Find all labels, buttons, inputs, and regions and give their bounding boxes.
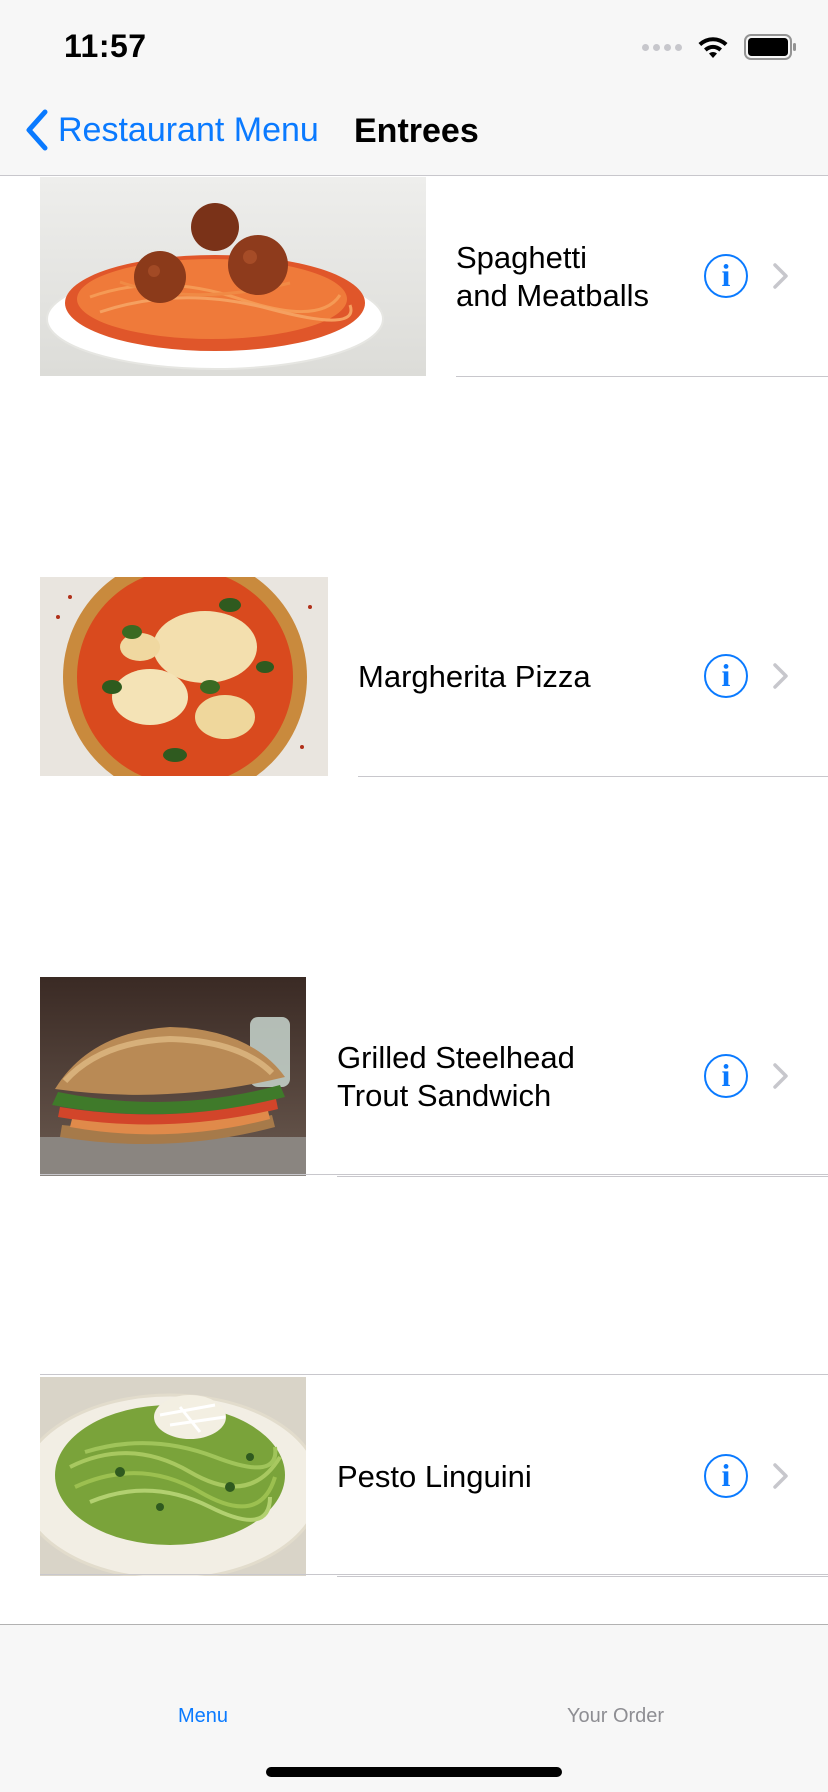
empty-row-separator	[40, 1374, 828, 1375]
item-name: Grilled Steelhead Trout Sandwich	[337, 1039, 575, 1115]
margherita-pizza-photo	[40, 577, 328, 776]
chevron-right-icon	[773, 263, 788, 289]
tab-menu[interactable]: Menu	[178, 1705, 228, 1728]
status-time: 11:57	[64, 28, 147, 64]
item-name-line1: Grilled Steelhead	[337, 1040, 575, 1075]
item-name: Pesto Linguini	[337, 1458, 532, 1496]
list-item[interactable]: Grilled Steelhead Trout Sandwich i	[0, 977, 828, 1177]
item-name-line2: and Meatballs	[456, 278, 650, 313]
trout-sandwich-photo	[40, 977, 306, 1176]
item-name: Spaghetti and Meatballs	[456, 239, 649, 315]
item-name-line1: Pesto Linguini	[337, 1459, 532, 1494]
item-name: Margherita Pizza	[358, 658, 591, 696]
item-name-line2: Trout Sandwich	[337, 1078, 552, 1113]
chevron-left-icon	[26, 109, 48, 151]
info-button[interactable]: i	[704, 1054, 748, 1098]
row-separator	[456, 376, 828, 377]
home-indicator[interactable]	[266, 1767, 562, 1777]
status-icons	[642, 34, 798, 60]
row-separator	[358, 776, 828, 777]
row-separator	[337, 1176, 828, 1177]
chevron-right-icon	[773, 663, 788, 689]
info-button[interactable]: i	[704, 1454, 748, 1498]
entrees-list: Spaghetti and Meatballs i Margherita Piz…	[0, 177, 828, 1577]
pesto-linguini-photo	[40, 1377, 306, 1576]
navigation-bar: Restaurant Menu Entrees	[0, 88, 828, 176]
chevron-right-icon	[773, 1063, 788, 1089]
back-button[interactable]: Restaurant Menu	[24, 108, 319, 152]
info-button[interactable]: i	[704, 654, 748, 698]
spaghetti-meatballs-photo	[40, 177, 426, 376]
back-button-label: Restaurant Menu	[58, 110, 319, 149]
tab-bar: Menu Your Order	[0, 1624, 828, 1792]
cellular-signal-icon	[642, 43, 682, 51]
tab-your-order[interactable]: Your Order	[567, 1705, 664, 1728]
info-button[interactable]: i	[704, 254, 748, 298]
page-title: Entrees	[354, 112, 479, 150]
list-item[interactable]: Spaghetti and Meatballs i	[0, 177, 828, 377]
list-item[interactable]: Margherita Pizza i	[0, 577, 828, 777]
empty-row-separator	[40, 1174, 828, 1175]
empty-row-separator	[40, 1574, 828, 1575]
battery-icon	[744, 34, 796, 60]
item-name-line1: Margherita Pizza	[358, 659, 591, 694]
row-separator	[337, 1576, 828, 1577]
status-bar: 11:57	[0, 0, 828, 88]
wifi-icon	[698, 37, 728, 58]
item-name-line1: Spaghetti	[456, 240, 587, 275]
list-item[interactable]: Pesto Linguini i	[0, 1377, 828, 1577]
chevron-right-icon	[773, 1463, 788, 1489]
